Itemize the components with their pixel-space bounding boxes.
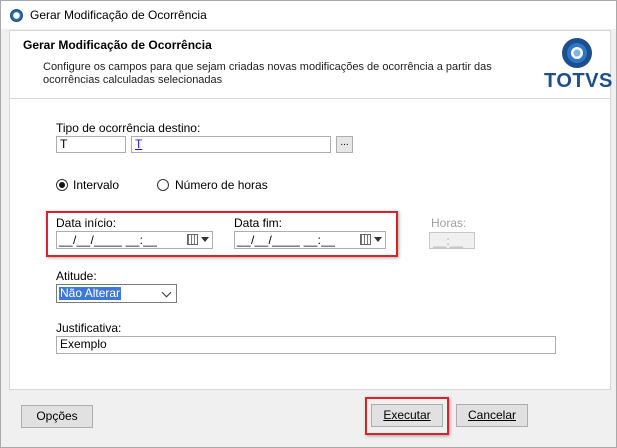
radio-numero-horas-label: Número de horas [175,178,268,192]
title-bar: Gerar Modificação de Ocorrência [1,1,616,29]
chevron-down-icon [161,287,172,298]
horas-field: __:__ [429,232,475,249]
data-fim-value: __/__/____ __:__ [237,233,336,247]
app-icon [10,9,23,22]
logo-text: TOTVS [544,70,613,92]
totvs-logo-icon [562,38,592,68]
calendar-dropdown-icon[interactable] [360,234,382,246]
data-inicio-value: __/__/____ __:__ [59,233,158,247]
data-fim-label: Data fim: [234,216,283,230]
lookup-button[interactable]: ... [336,136,353,153]
data-inicio-label: Data início: [56,216,117,230]
horas-label: Horas: [431,216,467,230]
window-title: Gerar Modificação de Ocorrência [30,8,207,22]
form-panel: Tipo de ocorrência destino: T T ... Inte… [9,98,611,390]
radio-intervalo[interactable] [56,179,68,191]
tipo-ocorrencia-description-input[interactable]: T [131,136,331,153]
radio-intervalo-label: Intervalo [73,178,120,192]
justificativa-input[interactable]: Exemplo [56,336,556,354]
atitude-selected-value: Não Alterar [59,286,122,300]
data-inicio-field[interactable]: __/__/____ __:__ [56,231,213,249]
header-description: Configure os campos para que sejam criad… [43,61,492,86]
justificativa-label: Justificativa: [56,321,122,335]
header-title: Gerar Modificação de Ocorrência [23,38,212,52]
header-panel: Gerar Modificação de Ocorrência Configur… [9,30,613,99]
radio-numero-horas[interactable] [157,179,169,191]
calendar-dropdown-icon[interactable] [187,234,209,246]
footer-divider [9,389,611,390]
data-fim-field[interactable]: __/__/____ __:__ [234,231,386,249]
atitude-label: Atitude: [56,269,97,283]
tipo-ocorrencia-code-input[interactable]: T [56,136,126,153]
executar-button[interactable]: Executar [371,404,443,427]
atitude-select[interactable]: Não Alterar [56,284,177,303]
totvs-logo: TOTVS [540,37,613,95]
tipo-ocorrencia-label: Tipo de ocorrência destino: [56,121,201,135]
cancelar-button[interactable]: Cancelar [456,404,528,427]
dialog-window: Gerar Modificação de Ocorrência Gerar Mo… [0,0,617,448]
opcoes-button[interactable]: Opções [21,405,93,428]
